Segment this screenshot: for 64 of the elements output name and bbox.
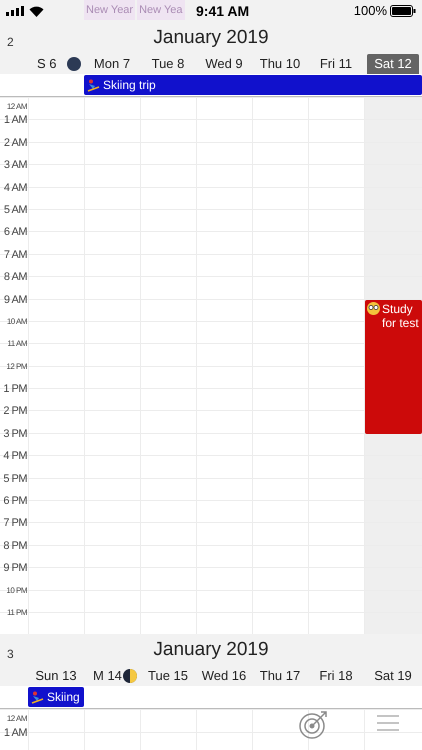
day-header[interactable]: Sat 19 xyxy=(367,666,419,686)
event-title: Skiing xyxy=(47,689,80,706)
event-title: Study for test xyxy=(382,302,420,330)
calendar-event[interactable]: Study for test xyxy=(365,300,422,434)
month-title: January 2019 xyxy=(153,26,269,50)
hour-label: 4 PM xyxy=(3,449,27,464)
day-header[interactable]: Tue 15 xyxy=(143,666,193,686)
glasses-face-icon xyxy=(367,302,380,315)
hour-label: 6 AM xyxy=(4,225,27,240)
day-header[interactable]: Wed 9 xyxy=(199,54,249,74)
hour-label: 1 AM xyxy=(4,726,27,741)
skier-icon xyxy=(87,78,100,92)
day-header[interactable]: Thu 17 xyxy=(255,666,305,686)
hour-label: 12 AM xyxy=(6,713,27,726)
target-icon xyxy=(299,709,329,739)
day-header[interactable]: Mon 7 xyxy=(87,54,137,74)
all-day-event[interactable]: Skiing xyxy=(28,687,84,708)
hour-label: 8 AM xyxy=(4,270,27,285)
skier-icon xyxy=(31,690,44,704)
hour-label: 9 PM xyxy=(3,560,27,576)
hour-label: 7 AM xyxy=(4,247,27,262)
hour-label: 2 AM xyxy=(4,136,27,151)
hour-label: 11 AM xyxy=(7,338,27,350)
hour-label: 12 AM xyxy=(6,101,27,113)
hour-label: 7 PM xyxy=(3,516,27,532)
day-header[interactable]: Thu 10 xyxy=(255,54,305,74)
day-header[interactable]: Fri 18 xyxy=(311,666,361,686)
week-number: 2 xyxy=(7,34,14,51)
day-header[interactable]: Sat 12 xyxy=(367,54,419,74)
hour-label: 3 PM xyxy=(3,426,27,442)
hour-label: 9 AM xyxy=(4,292,27,308)
hour-label: 8 PM xyxy=(3,538,27,554)
battery-percent: 100% xyxy=(354,2,387,20)
all-day-event[interactable]: Skiing trip xyxy=(84,75,422,95)
hour-label: 5 PM xyxy=(3,471,27,486)
hour-label: 11 PM xyxy=(6,606,27,619)
background-event: New Yea xyxy=(137,0,185,20)
hour-label: 5 AM xyxy=(4,202,27,218)
day-header[interactable]: Fri 11 xyxy=(311,54,361,74)
hour-label: 2 PM xyxy=(3,404,27,420)
target-button[interactable] xyxy=(299,709,329,739)
battery-icon xyxy=(390,5,416,17)
hour-label: 3 AM xyxy=(4,158,27,173)
week-number: 3 xyxy=(7,646,14,664)
day-header[interactable]: Sun 13 xyxy=(31,666,81,686)
day-header[interactable]: Tue 8 xyxy=(143,54,193,74)
day-header[interactable]: S 6 xyxy=(31,54,57,74)
day-header[interactable]: M 14 xyxy=(87,666,122,686)
day-header[interactable]: Wed 16 xyxy=(199,666,249,686)
signal-icon xyxy=(6,6,24,16)
hour-label: 1 PM xyxy=(3,382,27,397)
hour-label: 12 PM xyxy=(6,360,27,373)
background-event: New Year xyxy=(84,0,136,20)
hour-label: 6 PM xyxy=(3,494,27,509)
hour-label: 10 PM xyxy=(6,584,27,597)
menu-button[interactable] xyxy=(377,713,399,733)
month-title: January 2019 xyxy=(153,638,269,662)
menu-icon xyxy=(377,715,399,731)
wifi-icon xyxy=(29,6,44,16)
hour-label: 1 AM xyxy=(4,113,27,128)
hour-label: 10 AM xyxy=(6,316,27,328)
hour-label: 4 AM xyxy=(4,180,27,196)
status-time: 9:41 AM xyxy=(196,2,250,20)
event-title: Skiing trip xyxy=(103,77,156,94)
